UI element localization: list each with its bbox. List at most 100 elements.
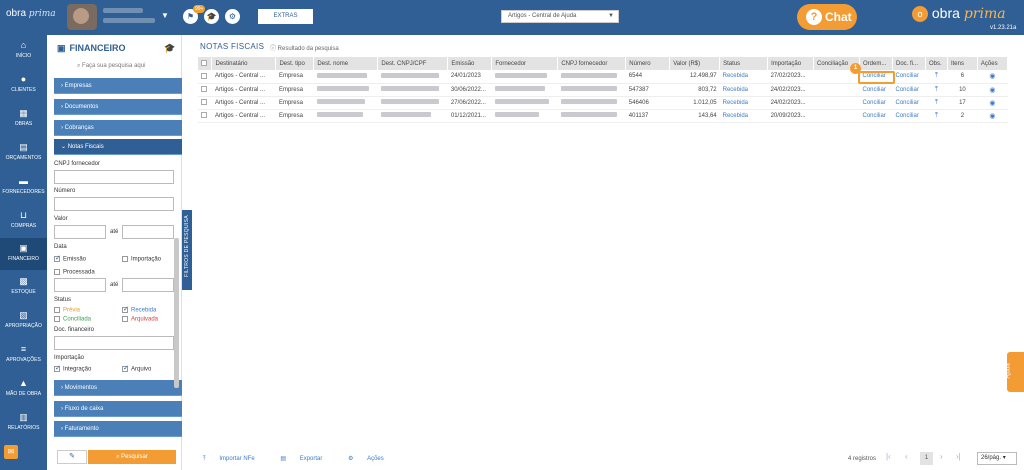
accordion-fluxo-de-caixa[interactable]: › Fluxo de caixa — [54, 401, 182, 417]
gear-icon[interactable]: ⚙ — [225, 9, 240, 24]
checkbox[interactable] — [54, 316, 60, 322]
column-header[interactable]: Ações — [977, 57, 1009, 70]
column-header[interactable]: Obs. — [925, 57, 948, 70]
eye-icon[interactable]: ◉ — [989, 113, 995, 120]
column-header[interactable]: Dest. nome — [313, 57, 379, 70]
numero-input[interactable] — [54, 197, 174, 211]
upload-icon[interactable]: ⤒ — [935, 86, 938, 93]
nav-item-aprovacoes[interactable]: ≡ APROVAÇÕES — [0, 344, 47, 372]
nav-item-orcamentos[interactable]: ▤ ORÇAMENTOS — [0, 142, 47, 170]
status-previa-checkbox[interactable]: Prévia — [54, 307, 80, 314]
checkbox[interactable] — [122, 256, 128, 262]
valor-to-input[interactable] — [122, 225, 174, 239]
column-header[interactable]: Status — [719, 57, 769, 70]
current-page[interactable]: 1 — [920, 452, 933, 465]
filters-toggle-tab[interactable]: FILTROS DE PESQUISA — [182, 210, 192, 290]
status-conciliada-checkbox[interactable]: Conciliada — [54, 316, 91, 323]
cell-status[interactable]: Recebida — [719, 70, 768, 84]
column-header[interactable]: Ordem... — [859, 57, 893, 70]
checkbox[interactable] — [54, 254, 61, 262]
accordion-documentos[interactable]: › Documentos — [54, 99, 182, 115]
eye-icon[interactable]: ◉ — [989, 100, 995, 107]
help-center-select[interactable]: Artigos - Central de Ajuda ▼ — [501, 10, 619, 23]
column-header[interactable]: CNPJ fornecedor — [557, 57, 627, 70]
first-page-icon[interactable]: |‹ — [886, 452, 891, 461]
prev-page-icon[interactable]: ‹ — [905, 452, 908, 461]
column-header[interactable]: Destinatário — [211, 57, 277, 70]
checkbox[interactable] — [201, 86, 207, 93]
data-to-input[interactable] — [122, 278, 174, 292]
column-header[interactable]: Dest. tipo — [275, 57, 315, 70]
checkbox[interactable] — [201, 72, 207, 79]
cell-status[interactable]: Recebida — [719, 96, 768, 110]
emissao-radio[interactable]: Emissão — [54, 254, 86, 263]
export-link[interactable]: ▤ Exportar — [280, 456, 334, 462]
accordion-cobrancas[interactable]: › Cobranças — [54, 120, 182, 136]
arquivo-checkbox[interactable]: Arquivo — [122, 364, 151, 373]
table-row[interactable]: Artigos - Central ... Empresa 30/06/2022… — [198, 83, 1008, 97]
data-from-input[interactable] — [54, 278, 106, 292]
accordion-notas-fiscais[interactable]: ⌄ Notas Fiscais — [54, 139, 182, 155]
integracao-checkbox[interactable]: Integração — [54, 364, 91, 373]
accordion-movimentos[interactable]: › Movimentos — [54, 380, 182, 396]
nav-item-fornecedores[interactable]: ▬ FORNECEDORES — [0, 176, 47, 204]
upload-icon[interactable]: ⤒ — [935, 72, 938, 79]
search-button[interactable]: ⌕ Pesquisar — [88, 450, 176, 464]
help-side-tab[interactable]: Ajuda — [1006, 352, 1024, 392]
eye-icon[interactable]: ◉ — [989, 73, 995, 80]
status-arquivada-checkbox[interactable]: Arquivada — [122, 316, 158, 323]
nav-item-financeiro[interactable]: ▣ FINANCEIRO — [0, 238, 47, 270]
nav-item-relatorios[interactable]: ▥ RELATÓRIOS — [0, 412, 47, 440]
panel-search[interactable]: ⌕ Faça sua pesquisa aqui — [77, 63, 145, 70]
table-row[interactable]: Artigos - Central ... Empresa 01/12/2021… — [198, 109, 1008, 123]
import-nfe-link[interactable]: ⤒ Importar NFe — [203, 456, 267, 462]
nav-item-estoque[interactable]: ▩ ESTOQUE — [0, 276, 47, 304]
graduation-cap-icon[interactable]: 🎓 — [164, 43, 175, 54]
cell-status[interactable]: Recebida — [719, 109, 768, 123]
accordion-empresas[interactable]: › Empresas — [54, 78, 182, 94]
chat-button[interactable]: ? Chat — [797, 4, 857, 30]
column-header[interactable]: Fornecedor — [491, 57, 559, 70]
eye-icon[interactable]: ◉ — [989, 87, 995, 94]
avatar[interactable] — [67, 4, 97, 30]
importacao-radio[interactable]: Importação — [122, 256, 161, 263]
valor-from-input[interactable] — [54, 225, 106, 239]
cell-status[interactable]: Recebida — [719, 83, 768, 97]
doc-financeiro-input[interactable] — [54, 336, 174, 350]
conciliar-doc-link[interactable]: Conciliar — [892, 83, 926, 97]
checkbox[interactable] — [122, 316, 128, 322]
nav-item-compras[interactable]: ⊔ COMPRAS — [0, 210, 47, 238]
status-recebida-checkbox[interactable]: Recebida — [122, 305, 156, 314]
checkbox[interactable] — [122, 305, 129, 313]
nav-item-obras[interactable]: ▦ OBRAS — [0, 108, 47, 136]
column-header[interactable]: Valor (R$) — [669, 57, 721, 70]
checkbox[interactable] — [54, 364, 61, 372]
checkbox[interactable] — [54, 307, 60, 313]
upload-icon[interactable]: ⤒ — [935, 99, 938, 106]
processada-checkbox[interactable]: Processada — [54, 269, 95, 276]
cnpj-input[interactable] — [54, 170, 174, 184]
clear-filters-button[interactable]: ✎ — [57, 450, 87, 464]
conciliar-ordem-link[interactable]: Conciliar — [859, 96, 893, 110]
column-header[interactable]: Importação — [767, 57, 815, 70]
table-row[interactable]: Artigos - Central ... Empresa 27/06/2022… — [198, 96, 1008, 110]
column-header[interactable]: Itens — [947, 57, 978, 70]
nav-item-clientes[interactable]: ● CLIENTES — [0, 74, 47, 102]
per-page-select[interactable]: 26/pág. ▾ — [977, 452, 1017, 465]
row-select-cell[interactable] — [198, 83, 212, 97]
nav-item-mao-de-obra[interactable]: ▲ MÃO DE OBRA — [0, 378, 47, 406]
column-header[interactable]: Emissão — [447, 57, 493, 70]
graduation-cap-icon[interactable]: 🎓 — [204, 9, 219, 24]
caret-down-icon[interactable]: ▼ — [161, 11, 171, 21]
row-select-cell[interactable] — [198, 70, 212, 84]
row-select-cell[interactable] — [198, 109, 212, 123]
column-header[interactable]: Número — [625, 57, 671, 70]
conciliar-ordem-link[interactable]: Conciliar — [859, 109, 893, 123]
upload-icon[interactable]: ⤒ — [935, 112, 938, 119]
conciliar-doc-link[interactable]: Conciliar — [892, 96, 926, 110]
chat-support-icon[interactable]: ✉ — [4, 445, 18, 459]
conciliar-doc-link[interactable]: Conciliar — [892, 109, 926, 123]
nav-item-apropriacao[interactable]: ▧ APROPRIAÇÃO — [0, 310, 47, 338]
extras-button[interactable]: EXTRAS — [258, 9, 313, 24]
accordion-faturamento[interactable]: › Faturamento — [54, 421, 182, 437]
